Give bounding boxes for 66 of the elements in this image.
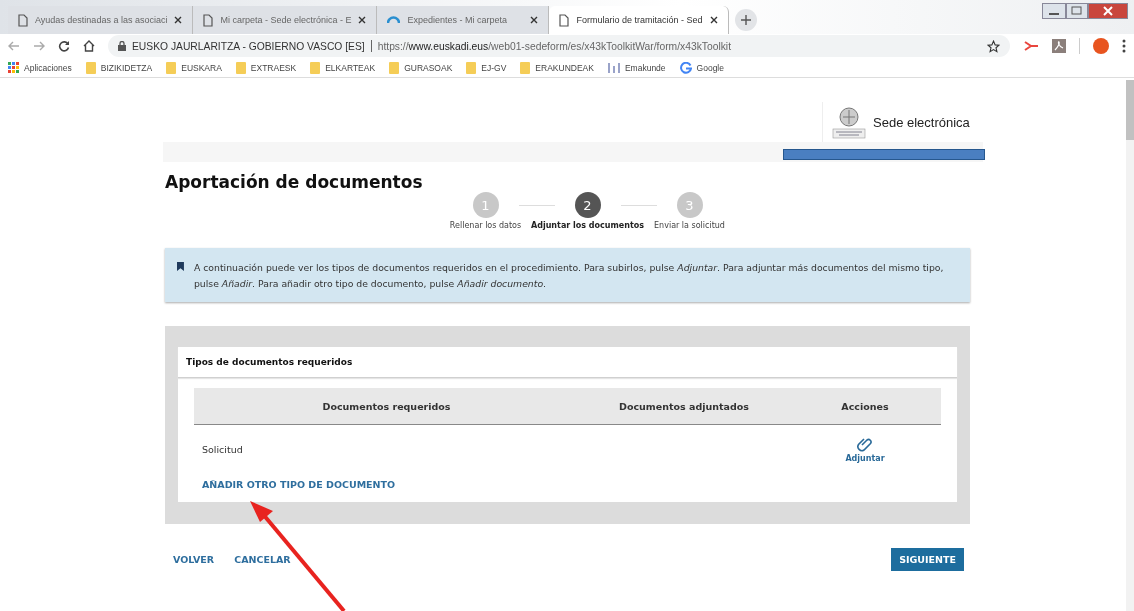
menu-icon[interactable] xyxy=(1122,39,1126,53)
extension-icon[interactable] xyxy=(1023,39,1039,53)
bookmark[interactable]: Emakunde xyxy=(607,62,666,73)
browser-tab[interactable]: Expedientes - Mi carpeta xyxy=(377,6,550,34)
page-icon xyxy=(18,13,28,27)
google-icon xyxy=(679,61,692,74)
lock-icon xyxy=(118,41,126,51)
brand-name: Sede electrónica xyxy=(873,114,970,130)
url-text: https://www.euskadi.eus/web01-sedeform/es/x43kToolkitWar/form/x43kToolkit xyxy=(377,40,732,52)
browser-tab[interactable]: Mi carpeta - Sede electrónica - E xyxy=(193,6,378,34)
minimize-icon[interactable] xyxy=(1042,3,1066,19)
folder-icon xyxy=(85,61,96,74)
bookmark[interactable]: Google xyxy=(679,61,724,74)
next-button[interactable]: SIGUIENTE xyxy=(891,548,964,571)
scrollbar[interactable] xyxy=(1126,80,1134,611)
bookmark[interactable]: Aplicaciones xyxy=(8,62,72,73)
close-icon[interactable] xyxy=(358,16,367,24)
reload-icon[interactable] xyxy=(58,40,70,52)
add-document-link[interactable]: AÑADIR OTRO TIPO DE DOCUMENTO xyxy=(202,479,396,490)
bars-icon xyxy=(607,62,620,73)
emblem-icon xyxy=(831,105,867,139)
folder-icon xyxy=(389,61,400,74)
folder-icon xyxy=(466,61,477,74)
maximize-icon[interactable] xyxy=(1066,3,1088,19)
folder-icon xyxy=(520,61,531,74)
page-icon xyxy=(203,13,214,27)
bookmark[interactable]: EUSKARA xyxy=(166,61,222,74)
bookmark[interactable]: ELKARTEAK xyxy=(310,61,376,74)
folder-icon xyxy=(166,61,177,74)
step-label: Enviar la solicitud xyxy=(654,221,725,230)
bookmark[interactable]: GURASOAK xyxy=(389,61,453,74)
folder-icon xyxy=(235,61,246,74)
bookmark[interactable]: EXTRAESK xyxy=(235,61,297,74)
avatar-icon[interactable] xyxy=(1093,38,1109,54)
column-header: Documentos requeridos xyxy=(321,400,452,412)
step-label: Rellenar los datos xyxy=(449,221,522,230)
cancel-link[interactable]: CANCELAR xyxy=(234,554,291,565)
bookmark-icon xyxy=(177,260,184,273)
site-info: EUSKO JAURLARITZA - GOBIERNO VASCO [ES] xyxy=(132,40,365,52)
star-icon[interactable] xyxy=(987,39,1000,53)
arc-icon xyxy=(387,16,401,24)
attach-link[interactable]: Adjuntar xyxy=(845,435,885,463)
paperclip-icon xyxy=(857,435,873,454)
bookmark[interactable]: BIZIKIDETZA xyxy=(85,61,153,74)
close-icon[interactable] xyxy=(530,16,539,24)
home-icon[interactable] xyxy=(83,40,95,52)
back-link[interactable]: VOLVER xyxy=(173,554,215,565)
address-bar[interactable]: EUSKO JAURLARITZA - GOBIERNO VASCO [ES] https://www.euskadi.eus/web01-sedeform/es/x43kToolkitWar/form/x43kToolkit xyxy=(108,35,1010,57)
column-header: Acciones xyxy=(840,400,890,412)
new-tab-icon[interactable] xyxy=(734,9,757,31)
step-number: 2 xyxy=(574,192,601,218)
table-cell-text: Solicitud xyxy=(201,443,244,455)
close-icon[interactable] xyxy=(709,16,718,24)
page-icon xyxy=(559,13,570,27)
bookmark[interactable]: EJ-GV xyxy=(466,61,507,74)
bookmark[interactable]: ERAKUNDEAK xyxy=(520,61,594,74)
browser-tab[interactable]: Formulario de tramitación - Sed xyxy=(549,6,729,34)
folder-icon xyxy=(310,61,321,74)
close-icon[interactable] xyxy=(174,16,183,24)
info-text: A continuación puede ver los tipos de documentos requeridos en el procedimiento. Para subirlos, pulse Adjuntar. Para adjuntar más documentos del mismo tipo, pulse Añadir. Para añadir otro tipo de documento, pulse Añadir documento. xyxy=(193,261,945,291)
card-title: Tipos de documentos requeridos xyxy=(178,347,957,378)
pdf-icon[interactable] xyxy=(1052,39,1066,53)
apps-icon xyxy=(8,62,19,73)
column-header: Documentos adjuntados xyxy=(618,400,750,412)
page-title: Aportación de documentos xyxy=(165,172,424,192)
step-label: Adjuntar los documentos xyxy=(531,221,644,230)
